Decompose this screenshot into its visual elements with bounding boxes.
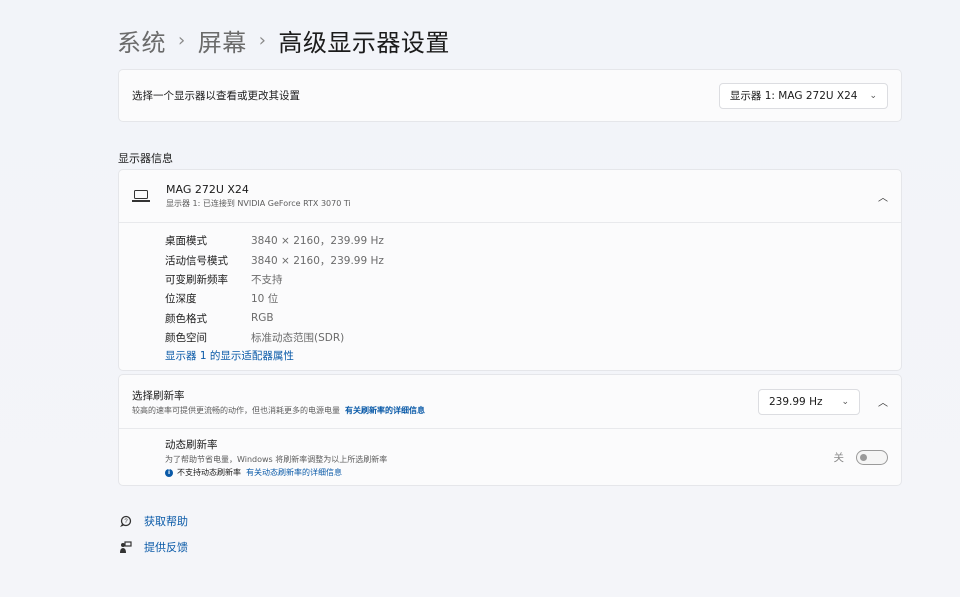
breadcrumb: 系统 › 屏幕 › 高级显示器设置 [117, 22, 450, 58]
chevron-down-icon: ⌄ [841, 396, 849, 407]
info-value: 标准动态范围(SDR) [251, 332, 345, 345]
dynamic-refresh-description: 为了帮助节省电量，Windows 将刷新率调整为以上所选刷新率 [165, 455, 388, 464]
refresh-rate-details-link[interactable]: 有关刷新率的详细信息 [345, 406, 425, 415]
display-info-header[interactable]: MAG 272U X24 显示器 1: 已连接到 NVIDIA GeForce … [119, 170, 901, 223]
refresh-rate-value: 239.99 Hz [769, 395, 823, 408]
info-row-color-format: 颜色格式 RGB [165, 309, 901, 328]
dynamic-refresh-title: 动态刷新率 [165, 439, 218, 451]
info-value: 10 位 [251, 293, 279, 306]
dynamic-refresh-note: 不支持动态刷新率 [177, 468, 241, 477]
info-row-active-signal-mode: 活动信号模式 3840 × 2160，239.99 Hz [165, 250, 901, 269]
info-row-variable-refresh: 可变刷新频率 不支持 [165, 270, 901, 289]
display-selector-card: 选择一个显示器以查看或更改其设置 显示器 1: MAG 272U X24 ⌄ [118, 69, 902, 122]
refresh-rate-header: 选择刷新率 较高的速率可提供更流畅的动作，但也消耗更多的电源电量 有关刷新率的详细… [119, 375, 901, 429]
display-selector-dropdown[interactable]: 显示器 1: MAG 272U X24 ⌄ [718, 82, 888, 109]
chevron-down-icon: ⌄ [869, 90, 877, 101]
get-help-label: 获取帮助 [144, 515, 188, 528]
section-title-display-info: 显示器信息 [118, 152, 173, 165]
chevron-up-icon[interactable]: ︿ [878, 394, 888, 409]
chevron-up-icon[interactable]: ︿ [878, 189, 888, 204]
info-value: 3840 × 2160，239.99 Hz [251, 235, 384, 248]
info-icon: i [165, 468, 173, 477]
svg-text:?: ? [124, 519, 128, 525]
refresh-rate-card: 选择刷新率 较高的速率可提供更流畅的动作，但也消耗更多的电源电量 有关刷新率的详细… [118, 374, 902, 486]
page-title: 高级显示器设置 [278, 28, 450, 57]
info-key: 颜色空间 [165, 332, 207, 345]
breadcrumb-display[interactable]: 屏幕 [198, 23, 247, 58]
feedback-link[interactable]: 提供反馈 [118, 539, 188, 555]
breadcrumb-separator: › [258, 29, 267, 51]
info-key: 桌面模式 [165, 235, 207, 248]
info-key: 可变刷新频率 [165, 273, 228, 286]
feedback-icon [118, 540, 132, 554]
info-key: 颜色格式 [165, 312, 207, 325]
display-info-rows: 桌面模式 3840 × 2160，239.99 Hz 活动信号模式 3840 ×… [119, 223, 901, 363]
display-info-card: MAG 272U X24 显示器 1: 已连接到 NVIDIA GeForce … [118, 169, 902, 371]
toggle-knob [860, 454, 867, 461]
dynamic-refresh-details-link[interactable]: 有关动态刷新率的详细信息 [246, 467, 342, 478]
info-row-color-space: 颜色空间 标准动态范围(SDR) [165, 328, 901, 347]
refresh-rate-title: 选择刷新率 [132, 389, 185, 402]
feedback-label: 提供反馈 [144, 541, 188, 554]
get-help-link[interactable]: ? 获取帮助 [118, 513, 188, 529]
info-value: 3840 × 2160，239.99 Hz [251, 254, 384, 267]
info-key: 活动信号模式 [165, 254, 228, 267]
display-name: MAG 272U X24 [166, 183, 249, 196]
dynamic-refresh-toggle[interactable] [856, 450, 888, 465]
display-selector-value: 显示器 1: MAG 272U X24 [729, 90, 858, 102]
breadcrumb-separator: › [178, 29, 186, 51]
monitor-icon [132, 189, 152, 203]
breadcrumb-system[interactable]: 系统 [117, 23, 166, 58]
info-row-desktop-mode: 桌面模式 3840 × 2160，239.99 Hz [165, 231, 901, 250]
info-row-bit-depth: 位深度 10 位 [165, 289, 901, 308]
help-chat-icon: ? [118, 514, 132, 528]
adapter-properties-link[interactable]: 显示器 1 的显示适配器属性 [165, 350, 294, 362]
info-value: 不支持 [251, 273, 283, 286]
info-value: RGB [251, 312, 274, 325]
info-key: 位深度 [165, 293, 197, 306]
settings-page: 系统 › 屏幕 › 高级显示器设置 选择一个显示器以查看或更改其设置 显示器 1… [0, 0, 960, 597]
dynamic-refresh-row: 动态刷新率 为了帮助节省电量，Windows 将刷新率调整为以上所选刷新率 i … [119, 429, 901, 478]
toggle-state-label: 关 [833, 452, 845, 464]
display-subtitle: 显示器 1: 已连接到 NVIDIA GeForce RTX 3070 Ti [166, 199, 351, 208]
refresh-rate-description: 较高的速率可提供更流畅的动作，但也消耗更多的电源电量 [132, 405, 340, 415]
refresh-rate-dropdown[interactable]: 239.99 Hz ⌄ [758, 388, 860, 415]
display-selector-label: 选择一个显示器以查看或更改其设置 [132, 90, 300, 102]
